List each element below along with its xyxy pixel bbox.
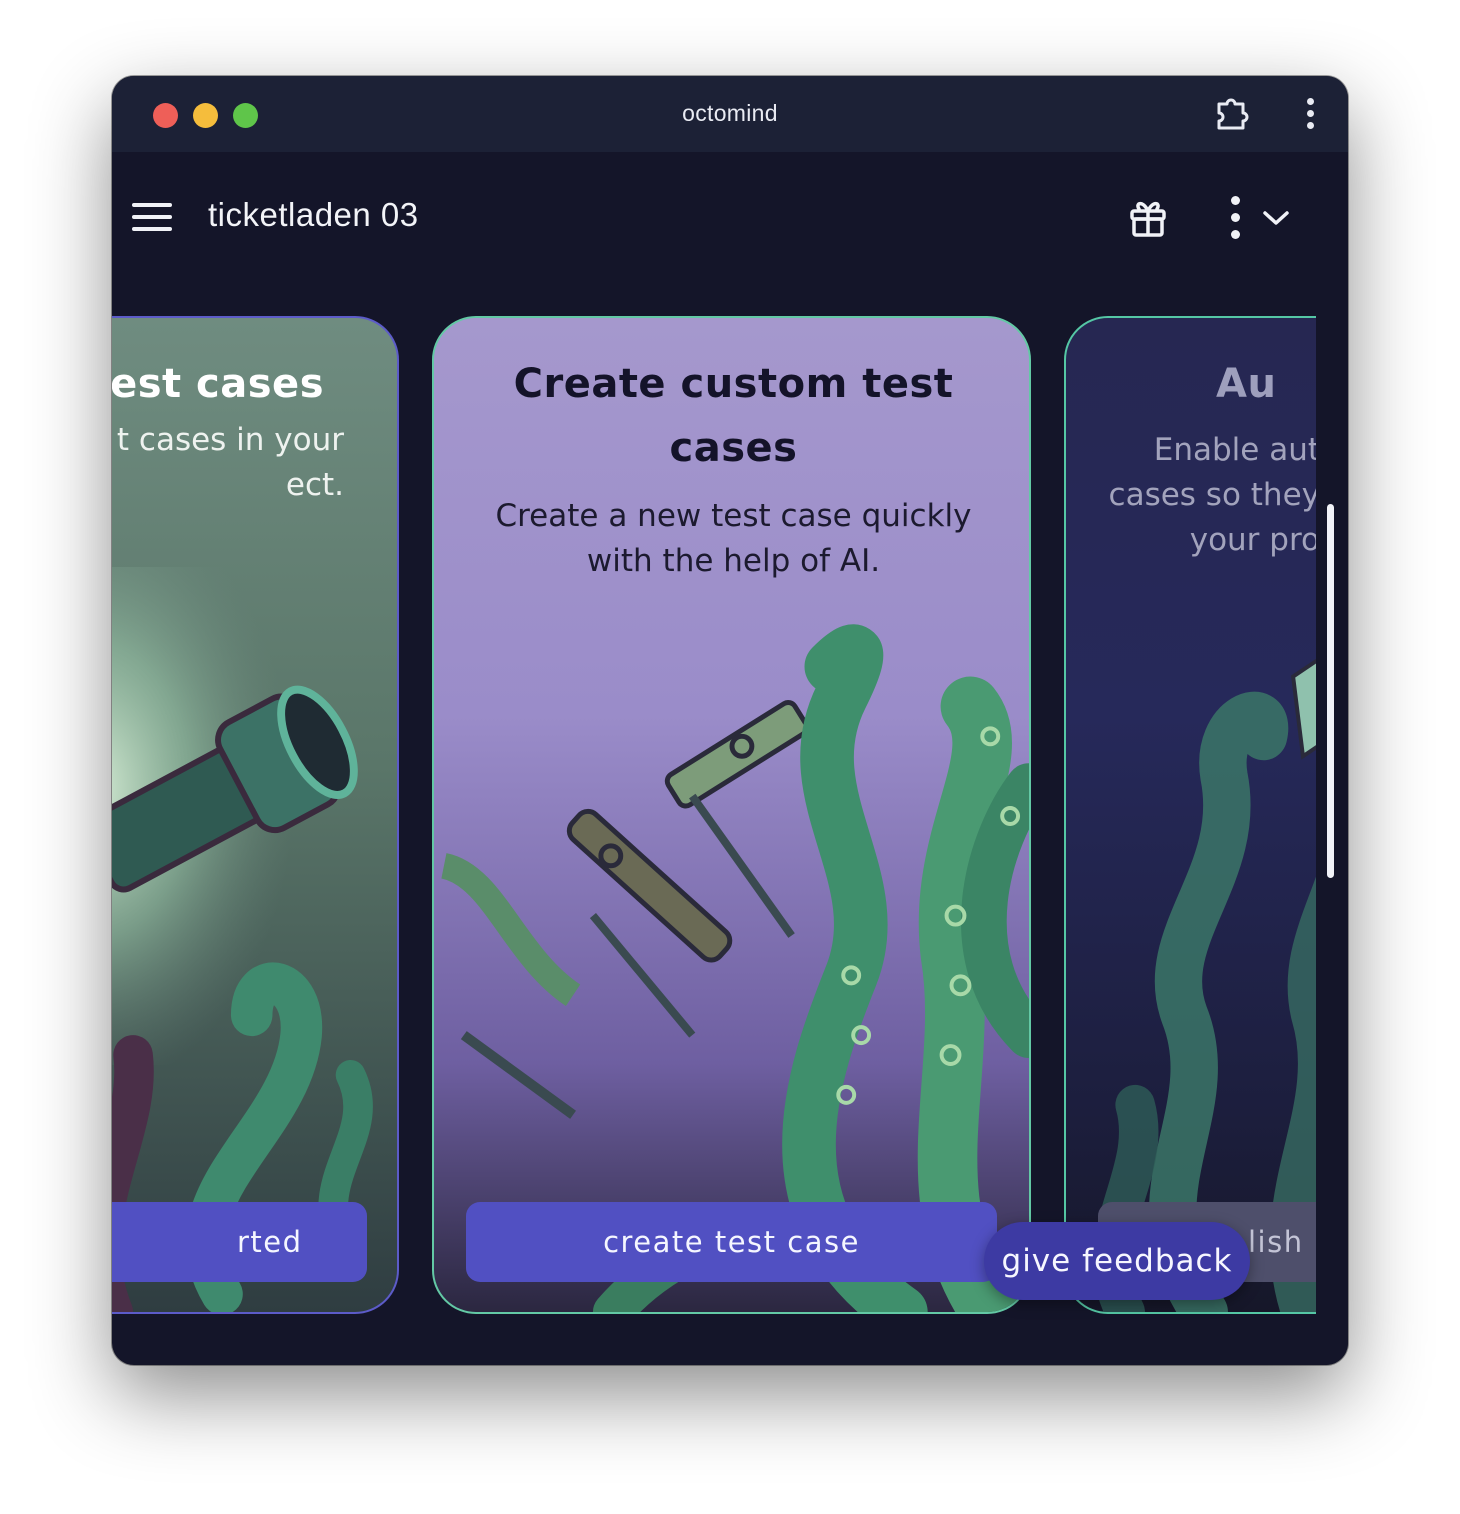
card-auto-maintenance: Au Enable aut cases so they your pro lish … <box>1064 316 1348 1314</box>
app-window: octomind ticketladen 03 est cases t case… <box>112 76 1348 1365</box>
extension-icon[interactable] <box>1212 95 1250 133</box>
window-title: octomind <box>682 100 778 126</box>
card-discover-test-cases: est cases t cases in your ect. rted <box>112 316 399 1314</box>
get-started-button[interactable]: rted <box>112 1202 367 1282</box>
card-description: t cases in your ect. <box>116 422 344 503</box>
hamburger-menu-icon[interactable] <box>132 203 172 233</box>
card-title: Create custom test cases <box>513 361 954 471</box>
create-test-case-button[interactable]: create test case <box>466 1202 997 1282</box>
card-description: Enable aut cases so they your pro <box>1108 432 1320 558</box>
card-create-custom-test-cases: Create custom test cases Create a new tes… <box>432 316 1031 1314</box>
give-feedback-button[interactable]: give feedback <box>984 1222 1250 1300</box>
more-options-icon[interactable] <box>1228 196 1242 242</box>
gift-icon[interactable] <box>1127 195 1169 239</box>
app-header: ticketladen 03 <box>112 152 1348 282</box>
card-description: Create a new test case quickly with the h… <box>495 498 972 579</box>
vertical-scrollbar[interactable] <box>1327 504 1334 878</box>
project-title: ticketladen 03 <box>208 196 419 233</box>
onboarding-cards-carousel[interactable]: est cases t cases in your ect. rted Crea… <box>112 282 1348 1365</box>
card-title: est cases <box>112 361 324 407</box>
browser-menu-icon[interactable] <box>1300 98 1320 132</box>
window-titlebar: octomind <box>112 76 1348 152</box>
chevron-down-icon[interactable] <box>1261 208 1291 228</box>
